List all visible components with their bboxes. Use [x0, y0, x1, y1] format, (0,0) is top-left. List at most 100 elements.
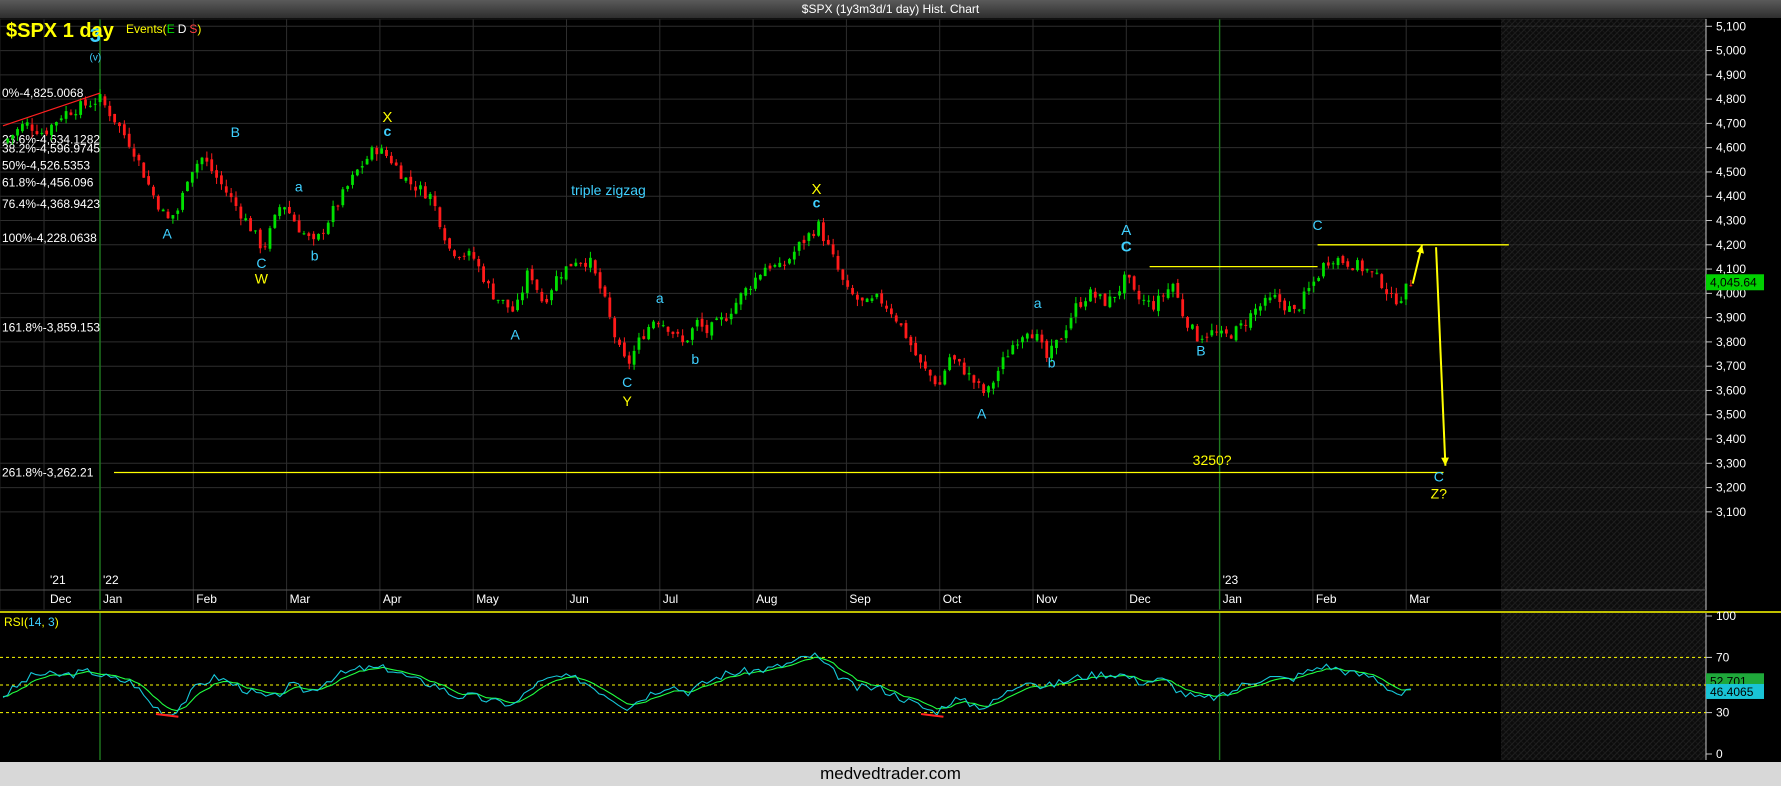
fib-levels: 0%-4,825.006823.6%-4,634.128238.2%-4,596… [2, 86, 100, 479]
candle-body [700, 318, 704, 327]
candle-body [923, 361, 927, 369]
candle-body [1326, 262, 1330, 266]
candle-body [642, 336, 646, 339]
candle-body [1244, 324, 1248, 326]
candle-body [885, 305, 888, 309]
candle-body [768, 265, 772, 269]
wave-label: A [511, 326, 521, 342]
candle-body [919, 354, 922, 363]
candle-body [1064, 330, 1068, 339]
candle-body [69, 112, 73, 115]
x-tick-label: Feb [1316, 592, 1337, 606]
y-tick-label: 4,100 [1716, 262, 1746, 276]
candle-body [996, 370, 1000, 382]
candle-body [268, 228, 272, 249]
candle-body [370, 147, 374, 160]
y-tick-label: 5,100 [1716, 19, 1746, 33]
candle-body [1365, 269, 1369, 271]
candle-body [399, 165, 403, 179]
candle-body [234, 197, 238, 206]
candle-body [472, 252, 476, 259]
x-tick-label: Dec [50, 592, 71, 606]
candle-body [1375, 272, 1379, 274]
rsi-y-tick-label: 0 [1716, 747, 1723, 761]
candle-body [948, 357, 952, 370]
candle-body [715, 318, 719, 320]
candle-body [1113, 296, 1117, 298]
candle-body [40, 132, 44, 134]
candle-body [244, 218, 248, 221]
candle-body [661, 325, 665, 327]
candle-body [1001, 357, 1005, 370]
candle-body [899, 323, 903, 326]
wave-label: 3250? [1193, 452, 1232, 468]
candle-body [118, 122, 121, 127]
arrow-shaft [1435, 247, 1447, 466]
candle-body [705, 324, 709, 334]
candle-body [297, 220, 301, 233]
rsi-panel: 1007030052.70146.4065 [0, 609, 1764, 761]
candle-body [729, 313, 733, 320]
candle-body [147, 176, 151, 185]
wave-label: triple zigzag [571, 182, 646, 198]
candle-body [467, 250, 471, 256]
candle-body [210, 159, 214, 172]
candle-body [1205, 336, 1209, 338]
candle-body [74, 114, 78, 116]
candle-body [428, 194, 432, 200]
candle-body [734, 302, 738, 314]
candle-body [132, 148, 136, 157]
y-tick-label: 4,200 [1716, 238, 1746, 252]
candle-body [846, 280, 850, 287]
candle-body [1142, 299, 1146, 301]
price-chart[interactable]: 0%-4,825.006823.6%-4,634.128238.2%-4,596… [0, 0, 1781, 786]
candle-body [1021, 337, 1024, 343]
candle-body [865, 298, 869, 303]
candle-body [1254, 308, 1257, 315]
candle-body [773, 265, 777, 267]
candle-body [30, 124, 34, 131]
candle-body [1399, 301, 1403, 303]
footer-site[interactable]: medvedtrader.com [0, 762, 1781, 786]
y-tick-label: 3,600 [1716, 383, 1746, 397]
candle-body [1224, 329, 1228, 334]
candle-body [525, 270, 529, 293]
candle-body [875, 293, 879, 298]
candle-body [1390, 292, 1393, 294]
candle-body [229, 193, 233, 198]
candle-body [1123, 274, 1126, 294]
candle-body [501, 299, 505, 301]
wave-label: B [1196, 342, 1205, 358]
candle-body [618, 339, 621, 345]
candle-body [1030, 334, 1034, 339]
candle-body [200, 157, 204, 165]
candle-body [161, 209, 165, 212]
candle-body [16, 129, 19, 136]
candle-body [826, 239, 830, 245]
x-tick-label: Jun [570, 592, 589, 606]
wave-label: b [311, 248, 319, 264]
candle-body [666, 326, 670, 332]
candle-body [1258, 306, 1262, 311]
candle-body [744, 288, 748, 296]
y-tick-label: 3,900 [1716, 311, 1746, 325]
candle-body [681, 335, 685, 343]
candle-body [54, 122, 58, 126]
x-tick-label: Sep [849, 592, 871, 606]
candle-body [404, 177, 408, 181]
fib-label: 76.4%-4,368.9423 [2, 197, 100, 211]
candle-body [530, 269, 534, 281]
candle-body [695, 319, 699, 327]
candle-body [1341, 256, 1345, 264]
x-tick-label: '22 [103, 573, 119, 587]
x-tick-label: Jan [103, 592, 122, 606]
candle-body [336, 205, 340, 207]
candle-body [972, 375, 976, 383]
candle-body [375, 147, 379, 155]
candle-body [98, 94, 102, 103]
x-tick-label: '23 [1223, 573, 1239, 587]
candle-body [142, 162, 146, 178]
candle-body [25, 122, 29, 126]
candle-body [477, 259, 481, 267]
y-tick-label: 4,400 [1716, 189, 1746, 203]
